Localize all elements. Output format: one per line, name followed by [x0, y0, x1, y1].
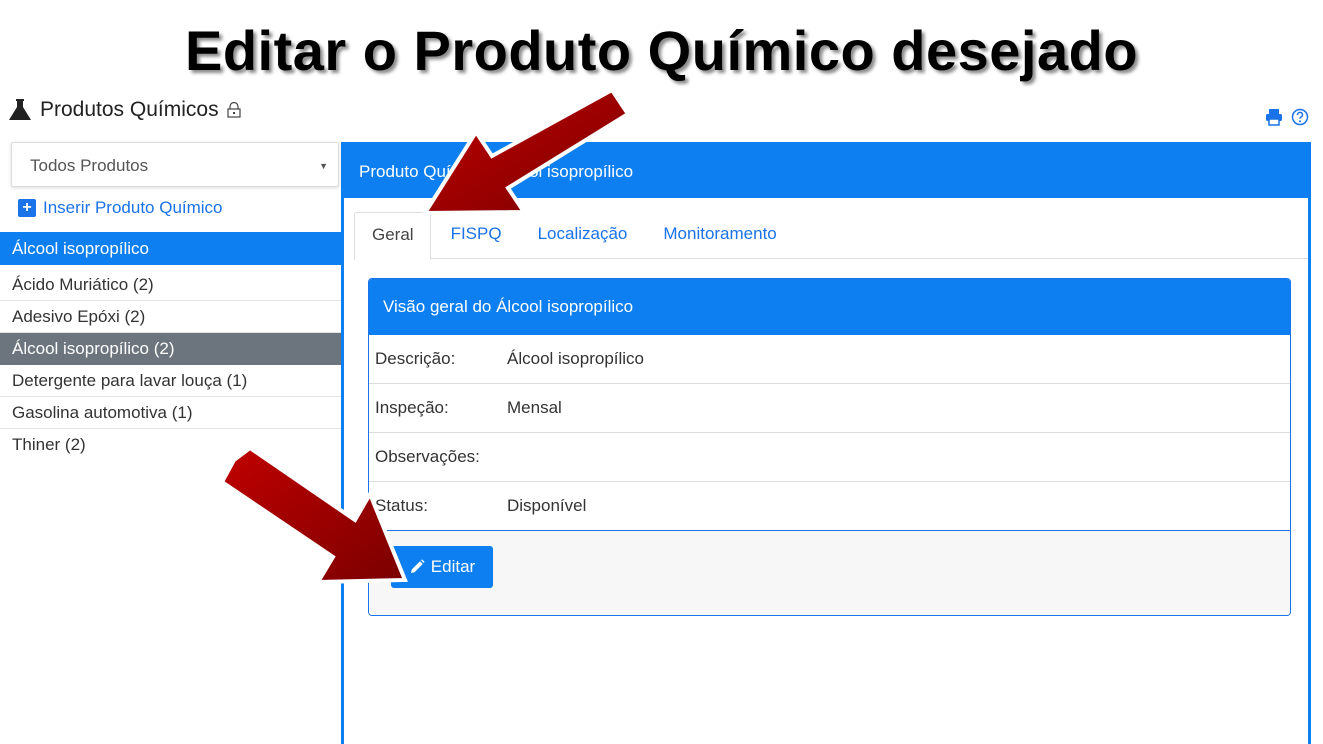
list-item-active[interactable]: Álcool isopropílico (2): [0, 333, 341, 365]
list-item[interactable]: Thiner (2): [0, 429, 341, 461]
detail-value: Disponível: [507, 496, 587, 515]
filter-value: Todos Produtos: [30, 156, 149, 175]
tab-monitoramento[interactable]: Monitoramento: [647, 212, 792, 258]
list-item[interactable]: Detergente para lavar louça (1): [0, 365, 341, 397]
help-icon[interactable]: [1291, 108, 1309, 126]
detail-label: Observações:: [375, 447, 480, 466]
toolbar-icons: [1265, 108, 1309, 126]
print-icon[interactable]: [1265, 108, 1283, 126]
tab-localizacao[interactable]: Localização: [522, 212, 644, 258]
card-title: Visão geral do Álcool isopropílico: [369, 279, 1290, 335]
detail-row-inspecao: Inspeção: Mensal: [369, 384, 1290, 433]
list-item[interactable]: Ácido Muriático (2): [0, 269, 341, 301]
detail-row-descricao: Descrição: Álcool isopropílico: [369, 335, 1290, 384]
panel-title: Produto Químico: Álcool isopropílico: [344, 145, 1308, 198]
tab-fispq[interactable]: FISPQ: [435, 212, 518, 258]
edit-label: Editar: [430, 557, 476, 576]
list-item[interactable]: Adesivo Epóxi (2): [0, 301, 341, 333]
plus-icon: +: [18, 199, 36, 217]
insert-product-link[interactable]: + Inserir Produto Químico: [18, 198, 223, 218]
detail-row-status: Status: Disponível: [369, 482, 1290, 531]
product-list: Ácido Muriático (2) Adesivo Epóxi (2) Ál…: [0, 269, 341, 461]
detail-value: Álcool isopropílico: [507, 349, 645, 368]
app-header: Produtos Químicos: [8, 98, 241, 122]
pencil-icon: [410, 559, 425, 573]
product-filter-select[interactable]: Todos Produtos ▼: [11, 142, 339, 187]
lock-icon[interactable]: [226, 102, 241, 118]
dropdown-caret-icon: ▼: [319, 161, 328, 171]
slide-title: Editar o Produto Químico desejado: [184, 19, 1139, 82]
sidebar: Todos Produtos ▼ + Inserir Produto Quími…: [0, 142, 341, 744]
detail-row-observacoes: Observações:: [369, 433, 1290, 482]
tab-bar: Geral FISPQ Localização Monitoramento: [354, 212, 1308, 260]
detail-value: Mensal: [507, 398, 562, 417]
detail-label: Status:: [375, 496, 428, 515]
list-item[interactable]: Gasolina automotiva (1): [0, 397, 341, 429]
product-panel: Produto Químico: Álcool isopropílico Ger…: [341, 142, 1311, 744]
selected-product-header[interactable]: Álcool isopropílico: [0, 232, 341, 265]
tab-geral[interactable]: Geral: [354, 212, 431, 260]
insert-label: Inserir Produto Químico: [43, 198, 223, 217]
page-title: Produtos Químicos: [40, 98, 219, 121]
overview-card: Visão geral do Álcool isopropílico Descr…: [368, 278, 1291, 616]
flask-icon: [9, 99, 31, 120]
detail-label: Descrição:: [375, 349, 456, 368]
card-footer: Editar: [369, 531, 1290, 615]
detail-label: Inspeção:: [375, 398, 449, 417]
edit-button[interactable]: Editar: [391, 546, 493, 588]
